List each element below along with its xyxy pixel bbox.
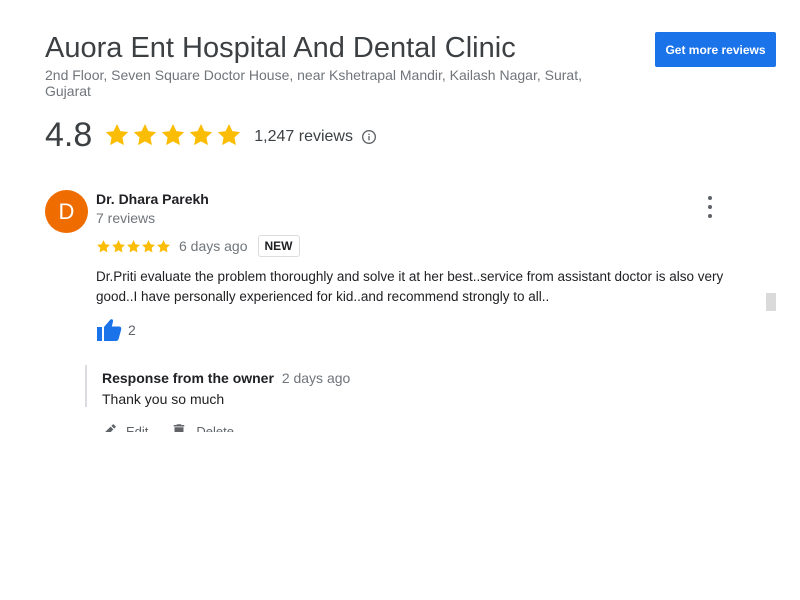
info-icon[interactable] (361, 129, 377, 145)
review-time: 6 days ago (179, 238, 248, 254)
trash-icon (174, 424, 185, 432)
average-rating: 4.8 (45, 115, 93, 154)
star-icon (218, 123, 241, 146)
edit-button[interactable]: Edit (100, 422, 148, 432)
reviewer-review-count: 7 reviews (96, 210, 156, 226)
owner-response-label: Response from the owner (102, 370, 274, 386)
star-icon (112, 239, 125, 252)
reviews-count: 1,247 reviews (254, 128, 353, 145)
delete-button[interactable]: Delete (170, 422, 234, 432)
owner-response-text: Thank you so much (102, 391, 225, 407)
like-row: 2 (96, 318, 136, 342)
star-icon (97, 239, 110, 252)
delete-label: Delete (196, 423, 234, 433)
owner-actions: Edit Delete (100, 418, 300, 432)
new-badge: NEW (257, 235, 300, 257)
review-stars (96, 239, 171, 254)
owner-response: Response from the owner 2 days ago Thank… (85, 365, 350, 407)
star-icon (106, 123, 129, 146)
thumbs-up-icon[interactable] (96, 318, 122, 342)
more-vert-icon[interactable] (700, 196, 720, 218)
summary-stars (104, 122, 242, 148)
get-more-reviews-button[interactable]: Get more reviews (655, 32, 776, 67)
star-icon (157, 239, 170, 252)
review-meta: 6 days ago NEW (96, 234, 300, 258)
star-icon (162, 123, 185, 146)
review-text: Dr.Priti evaluate the problem thoroughly… (96, 269, 724, 304)
star-icon (190, 123, 213, 146)
business-address: 2nd Floor, Seven Square Doctor House, ne… (45, 67, 582, 99)
rating-summary: 4.8 1,247 reviews (45, 113, 377, 157)
like-count: 2 (128, 322, 136, 338)
business-name: Auora Ent Hospital And Dental Clinic (45, 32, 516, 64)
star-icon (127, 239, 140, 252)
reviewer-avatar[interactable]: D (45, 190, 88, 233)
reviewer-name[interactable]: Dr. Dhara Parekh (96, 191, 209, 207)
scrollbar-thumb[interactable] (766, 293, 776, 311)
star-icon (134, 123, 157, 146)
pencil-icon (105, 424, 116, 432)
star-icon (142, 239, 155, 252)
owner-response-time: 2 days ago (281, 370, 351, 386)
edit-label: Edit (126, 423, 149, 433)
